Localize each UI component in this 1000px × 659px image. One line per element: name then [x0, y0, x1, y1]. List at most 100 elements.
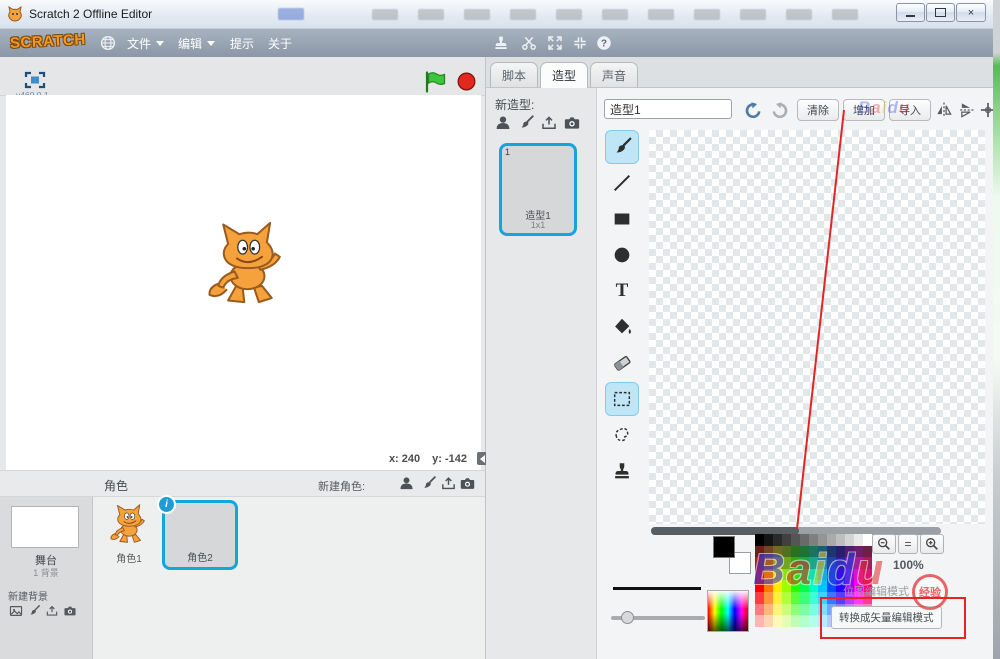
palette-color-swatch[interactable] — [782, 615, 791, 627]
palette-color-swatch[interactable] — [791, 580, 800, 592]
palette-color-swatch[interactable] — [818, 557, 827, 569]
palette-color-swatch[interactable] — [791, 534, 800, 546]
palette-color-swatch[interactable] — [773, 580, 782, 592]
palette-color-swatch[interactable] — [809, 615, 818, 627]
palette-color-swatch[interactable] — [836, 546, 845, 558]
palette-color-swatch[interactable] — [863, 546, 872, 558]
tool-select-by-color[interactable] — [605, 418, 639, 452]
palette-color-swatch[interactable] — [800, 546, 809, 558]
palette-color-swatch[interactable] — [827, 580, 836, 592]
palette-color-swatch[interactable] — [827, 546, 836, 558]
palette-color-swatch[interactable] — [818, 615, 827, 627]
palette-color-swatch[interactable] — [773, 604, 782, 616]
convert-to-vector-button[interactable]: 转换成矢量编辑模式 — [831, 606, 942, 629]
flip-vertical-icon[interactable] — [955, 99, 977, 121]
palette-color-swatch[interactable] — [845, 569, 854, 581]
menu-edit[interactable]: 编辑 — [174, 28, 219, 58]
palette-color-swatch[interactable] — [800, 534, 809, 546]
palette-color-swatch[interactable] — [854, 569, 863, 581]
tool-select[interactable] — [605, 382, 639, 416]
palette-color-swatch[interactable] — [800, 604, 809, 616]
palette-color-swatch[interactable] — [818, 592, 827, 604]
palette-color-swatch[interactable] — [764, 546, 773, 558]
brush-size-slider-handle[interactable] — [621, 611, 634, 624]
palette-color-swatch[interactable] — [863, 569, 872, 581]
palette-color-swatch[interactable] — [755, 569, 764, 581]
palette-color-swatch[interactable] — [800, 592, 809, 604]
palette-color-swatch[interactable] — [845, 557, 854, 569]
palette-color-swatch[interactable] — [809, 592, 818, 604]
palette-color-swatch[interactable] — [764, 557, 773, 569]
menu-about[interactable]: 关于 — [264, 28, 296, 58]
grow-cursor-icon[interactable] — [546, 34, 564, 52]
palette-color-swatch[interactable] — [782, 580, 791, 592]
palette-color-swatch[interactable] — [782, 604, 791, 616]
tool-eraser[interactable] — [605, 346, 639, 380]
stage[interactable]: x: 240 y: -142 — [6, 95, 481, 470]
palette-color-swatch[interactable] — [809, 534, 818, 546]
paint-new-costume-icon[interactable] — [517, 114, 534, 131]
palette-color-swatch[interactable] — [773, 592, 782, 604]
tab-scripts[interactable]: 脚本 — [490, 62, 538, 87]
palette-color-swatch[interactable] — [773, 569, 782, 581]
palette-color-swatch[interactable] — [854, 534, 863, 546]
palette-color-swatch[interactable] — [773, 557, 782, 569]
palette-color-swatch[interactable] — [755, 557, 764, 569]
redo-button[interactable] — [768, 99, 790, 121]
palette-color-swatch[interactable] — [791, 592, 800, 604]
maximize-button[interactable] — [926, 3, 955, 22]
paint-canvas[interactable] — [649, 130, 985, 524]
palette-color-swatch[interactable] — [827, 557, 836, 569]
palette-color-swatch[interactable] — [863, 534, 872, 546]
palette-color-swatch[interactable] — [755, 615, 764, 627]
zoom-in-button[interactable] — [920, 534, 944, 554]
language-globe-icon[interactable] — [99, 34, 117, 52]
palette-color-swatch[interactable] — [791, 546, 800, 558]
clear-button[interactable]: 清除 — [797, 99, 839, 121]
palette-color-swatch[interactable] — [755, 580, 764, 592]
palette-color-swatch[interactable] — [764, 604, 773, 616]
add-button[interactable]: 增加 — [843, 99, 885, 121]
costume-name-input[interactable] — [604, 99, 732, 119]
upload-costume-icon[interactable] — [540, 114, 557, 131]
new-costume-library-icon[interactable] — [494, 114, 511, 131]
palette-color-swatch[interactable] — [764, 569, 773, 581]
paint-new-backdrop-icon[interactable] — [27, 604, 41, 623]
palette-color-swatch[interactable] — [764, 615, 773, 627]
palette-color-swatch[interactable] — [773, 534, 782, 546]
delete-cursor-icon[interactable] — [520, 34, 538, 52]
gradient-picker[interactable] — [707, 590, 749, 632]
palette-color-swatch[interactable] — [809, 569, 818, 581]
tool-line[interactable] — [605, 166, 639, 200]
zoom-out-button[interactable] — [872, 534, 896, 554]
palette-color-swatch[interactable] — [764, 534, 773, 546]
cat-sprite[interactable] — [199, 218, 296, 307]
palette-color-swatch[interactable] — [827, 569, 836, 581]
palette-color-swatch[interactable] — [818, 580, 827, 592]
tab-sounds[interactable]: 声音 — [590, 62, 638, 87]
palette-color-swatch[interactable] — [764, 592, 773, 604]
palette-color-swatch[interactable] — [836, 569, 845, 581]
tool-brush[interactable] — [605, 130, 639, 164]
tool-stamp[interactable] — [605, 454, 639, 488]
palette-color-swatch[interactable] — [791, 557, 800, 569]
foreground-color-swatch[interactable] — [713, 536, 735, 558]
palette-color-swatch[interactable] — [755, 592, 764, 604]
palette-color-swatch[interactable] — [854, 557, 863, 569]
palette-color-swatch[interactable] — [809, 604, 818, 616]
block-help-icon[interactable]: ? — [595, 34, 613, 52]
palette-color-swatch[interactable] — [818, 604, 827, 616]
palette-color-swatch[interactable] — [818, 534, 827, 546]
stop-button[interactable] — [456, 71, 477, 92]
menu-tips[interactable]: 提示 — [226, 28, 258, 58]
upload-sprite-icon[interactable] — [440, 475, 457, 492]
palette-color-swatch[interactable] — [755, 546, 764, 558]
palette-color-swatch[interactable] — [854, 546, 863, 558]
palette-color-swatch[interactable] — [782, 546, 791, 558]
palette-color-swatch[interactable] — [800, 557, 809, 569]
upload-backdrop-icon[interactable] — [45, 604, 59, 623]
palette-color-swatch[interactable] — [782, 534, 791, 546]
close-button[interactable]: × — [956, 3, 986, 22]
palette-color-swatch[interactable] — [827, 534, 836, 546]
paint-new-sprite-icon[interactable] — [420, 475, 437, 492]
